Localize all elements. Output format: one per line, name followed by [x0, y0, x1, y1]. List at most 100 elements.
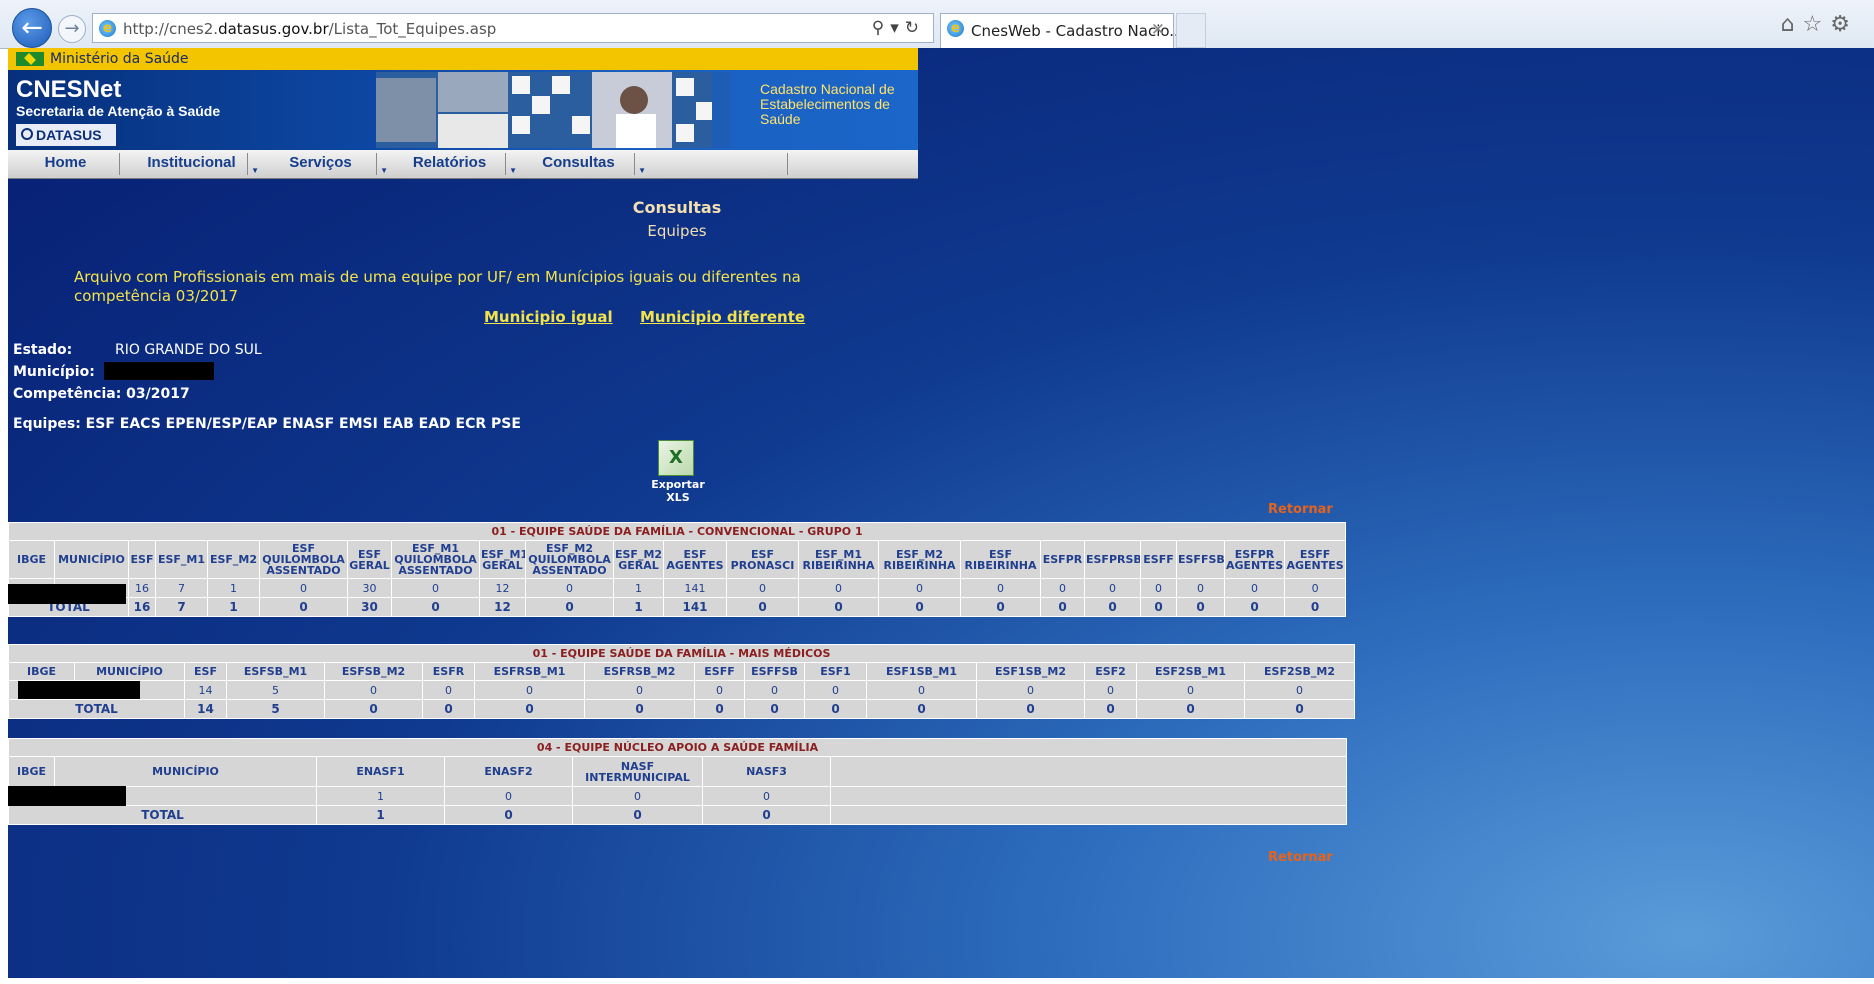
brand-title: CNESNet: [16, 76, 122, 103]
banner-photo-mosaic: [376, 72, 730, 148]
table1-total: 0: [1084, 597, 1141, 617]
table1-total: 0: [960, 597, 1041, 617]
table1-cell: 16: [128, 578, 156, 598]
table3-total: 0: [702, 805, 831, 825]
tab-favicon-icon: e: [947, 20, 964, 37]
table1-cell: 7: [155, 578, 208, 598]
table1-header: MUNICÍPIO: [54, 540, 129, 579]
ministry-label: Ministério da Saúde: [50, 51, 189, 67]
estado-label: Estado:: [13, 342, 73, 358]
table1-header: ESF_M1 RIBEIRINHA: [798, 540, 879, 579]
link-municipio-igual[interactable]: Municipio igual: [484, 308, 613, 326]
table2-cell: 0: [324, 680, 423, 700]
table1-total: 0: [391, 597, 480, 617]
main-menu: Home Institucional ▼ Serviços ▼ Relatórios…: [8, 150, 918, 179]
municipio-row: Município:: [13, 364, 115, 380]
table1-total: 0: [1040, 597, 1085, 617]
table-row: 1 0 0 0: [8, 786, 1348, 806]
table1-header: ESFFSB: [1176, 540, 1225, 579]
table2-cell: 0: [866, 680, 977, 700]
ie-page-icon: e: [99, 20, 116, 37]
table2-header: ESFR: [422, 662, 475, 681]
estado-value: RIO GRANDE DO SUL: [115, 342, 262, 358]
table2-header: ESF2SB_M2: [1243, 662, 1356, 681]
table1-cell: 1: [207, 578, 260, 598]
table1-header: ESFPR: [1040, 540, 1085, 579]
table1-header: ESFPR AGENTES: [1224, 540, 1285, 579]
address-bar[interactable]: e http://cnes2.datasus.gov.br/Lista_Tot_…: [92, 13, 934, 43]
table3-total: 0: [444, 805, 573, 825]
table1-header: ESF_M1 QUILOMBOLA ASSENTADO: [391, 540, 480, 579]
table3-header: IBGE: [8, 756, 55, 787]
table1-total: 0: [525, 597, 614, 617]
export-xls-label[interactable]: Exportar XLS: [638, 478, 718, 504]
table3-header: MUNICÍPIO: [54, 756, 317, 787]
site-banner: CNESNet Secretaria de Atenção à Saúde DA…: [8, 70, 918, 150]
table-row: 16 7 1 0 30 0 12 0 1 141 0 0 0 0 0 0 0 0…: [8, 578, 1347, 598]
table-nasf: 04 - EQUIPE NÚCLEO APOIO A SAÚDE FAMÍLIA…: [8, 738, 1348, 825]
retornar-link-top[interactable]: Retornar: [1268, 502, 1333, 517]
excel-export-icon[interactable]: X: [658, 440, 694, 476]
table1-total: 16: [128, 597, 156, 617]
table1-total: 0: [798, 597, 879, 617]
table1-total: 0: [1283, 597, 1347, 617]
retornar-link-bottom[interactable]: Retornar: [1268, 850, 1333, 865]
table1-header: ESFF: [1140, 540, 1177, 579]
table2-header: ESF1SB_M2: [976, 662, 1085, 681]
ministry-strip: Ministério da Saúde: [8, 48, 918, 70]
close-tab-icon[interactable]: ✕: [1151, 20, 1165, 40]
brazil-flag-icon: [16, 52, 44, 66]
new-tab-button[interactable]: [1176, 13, 1206, 48]
menu-item-home[interactable]: Home: [12, 153, 120, 175]
table1-total: 0: [1224, 597, 1285, 617]
page-viewport: Ministério da Saúde CNESNet Secretaria d…: [8, 48, 1874, 984]
table2-cell: 0: [422, 680, 475, 700]
table2-header: ESF2: [1084, 662, 1137, 681]
table1-total: 30: [347, 597, 392, 617]
table2-total: 0: [422, 699, 475, 719]
table2-header: IBGE: [8, 662, 75, 681]
table3-filler: [829, 805, 1348, 825]
table1-cell: 30: [347, 578, 392, 598]
url-text[interactable]: http://cnes2.datasus.gov.br/Lista_Tot_Eq…: [123, 20, 496, 38]
table2-cell: 0: [976, 680, 1085, 700]
table1-total: 141: [663, 597, 727, 617]
table2-cell: 0: [1136, 680, 1245, 700]
redacted-ibge-municipio: [8, 786, 126, 806]
table1-caption: 01 - EQUIPE SAÚDE DA FAMÍLIA - CONVENCIO…: [8, 522, 1347, 541]
table2-header: MUNICÍPIO: [74, 662, 185, 681]
home-favorites-settings-icons[interactable]: ⌂☆⚙: [1781, 12, 1858, 37]
menu-item-institucional[interactable]: Institucional ▼: [136, 153, 259, 175]
table3-total: 1: [316, 805, 445, 825]
table1-header: ESF: [128, 540, 156, 579]
table2-total: 0: [474, 699, 585, 719]
browser-toolbar: ← → e http://cnes2.datasus.gov.br/Lista_…: [0, 0, 1874, 49]
page-subtitle: Equipes: [647, 222, 707, 240]
back-arrow-icon[interactable]: ←: [12, 8, 52, 48]
table2-header: ESFSB_M1: [226, 662, 325, 681]
table3-cell: 0: [572, 786, 703, 806]
table1-header: ESF PRONASCI: [726, 540, 799, 579]
menu-item-servicos[interactable]: Serviços ▼: [265, 153, 388, 175]
table2-header: ESF: [184, 662, 227, 681]
table2-total: 14: [184, 699, 227, 719]
table2-cell: 0: [1084, 680, 1137, 700]
table3-header: NASF INTERMUNICIPAL: [572, 756, 703, 787]
table3-cell: 0: [702, 786, 831, 806]
search-refresh-icons[interactable]: ⚲▾↻: [872, 18, 925, 38]
table2-cell: 14: [184, 680, 227, 700]
table3-total-label: TOTAL: [8, 805, 317, 825]
table1-total: 0: [259, 597, 348, 617]
forward-arrow-icon[interactable]: →: [58, 15, 86, 43]
menu-item-consultas[interactable]: Consultas ▼: [523, 153, 646, 175]
estado-row: Estado: RIO GRANDE DO SUL: [13, 342, 262, 358]
table2-caption: 01 - EQUIPE SAÚDE DA FAMÍLIA - MAIS MÉDI…: [8, 644, 1356, 663]
table1-total: 1: [613, 597, 664, 617]
browser-tab[interactable]: e CnesWeb - Cadastro Nacio... ✕: [940, 13, 1184, 48]
table2-total: 0: [1084, 699, 1137, 719]
competencia-text: Competência: 03/2017: [13, 386, 190, 402]
link-municipio-diferente[interactable]: Municipio diferente: [640, 308, 805, 326]
redacted-ibge-municipio: [18, 681, 140, 699]
table2-total: 0: [1136, 699, 1245, 719]
menu-item-relatorios[interactable]: Relatórios ▼: [394, 153, 517, 175]
